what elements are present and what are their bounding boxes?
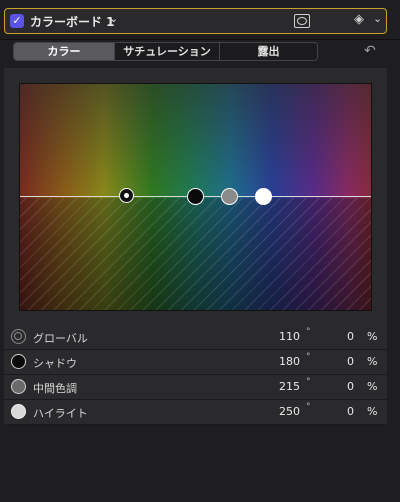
row-highlights: ハイライト 250 ° 0 % — [4, 400, 387, 425]
row-midtones: 中間色調 215 ° 0 % — [4, 375, 387, 400]
enable-checkbox[interactable]: ✓ — [10, 14, 24, 28]
degree-symbol: ° — [306, 352, 311, 362]
board-hatch — [20, 198, 371, 310]
chevron-down-icon[interactable]: ⌄ — [373, 12, 382, 25]
puck-shadows[interactable] — [187, 188, 204, 205]
global-puck-icon[interactable] — [11, 329, 26, 344]
puck-values-list: グローバル 110 ° 0 % シャドウ 180 ° 0 % 中間色調 215 … — [4, 325, 387, 425]
percent-value[interactable]: 0 — [347, 330, 354, 343]
keyframe-icon[interactable]: ◈ — [354, 12, 364, 27]
row-shadows: シャドウ 180 ° 0 % — [4, 350, 387, 375]
angle-value[interactable]: 250 — [279, 405, 300, 418]
midtones-puck-icon[interactable] — [11, 379, 26, 394]
puck-highlights[interactable] — [255, 188, 272, 205]
highlights-puck-icon[interactable] — [11, 404, 26, 419]
color-board-header: ✓ カラーボード 1 ⌄ ◈ ⌄ — [4, 8, 387, 34]
percent-value[interactable]: 0 — [347, 355, 354, 368]
percent-unit: % — [367, 355, 378, 368]
row-label: ハイライト — [33, 407, 88, 420]
angle-value[interactable]: 180 — [279, 355, 300, 368]
angle-value[interactable]: 110 — [279, 330, 300, 343]
row-label: 中間色調 — [33, 382, 77, 395]
percent-unit: % — [367, 380, 378, 393]
percent-value[interactable]: 0 — [347, 380, 354, 393]
percent-value[interactable]: 0 — [347, 405, 354, 418]
shadows-puck-icon[interactable] — [11, 354, 26, 369]
angle-value[interactable]: 215 — [279, 380, 300, 393]
board-menu-chevron-icon[interactable]: ⌄ — [109, 12, 118, 25]
mask-icon[interactable] — [294, 14, 310, 28]
tab-exposure[interactable]: 露出 — [220, 43, 317, 60]
degree-symbol: ° — [306, 327, 311, 337]
puck-global[interactable] — [119, 188, 134, 203]
divider — [0, 39, 400, 40]
reset-icon[interactable]: ↶ — [364, 43, 376, 59]
degree-symbol: ° — [306, 402, 311, 412]
color-board-tabs: カラー サチュレーション 露出 — [13, 42, 318, 61]
row-label: シャドウ — [33, 357, 77, 370]
percent-unit: % — [367, 330, 378, 343]
puck-midtones[interactable] — [221, 188, 238, 205]
row-label: グローバル — [33, 332, 88, 345]
percent-unit: % — [367, 405, 378, 418]
tab-saturation[interactable]: サチュレーション — [115, 43, 220, 60]
tab-color[interactable]: カラー — [14, 43, 115, 60]
row-global: グローバル 110 ° 0 % — [4, 325, 387, 350]
degree-symbol: ° — [306, 377, 311, 387]
board-title[interactable]: カラーボード 1 — [30, 13, 115, 30]
